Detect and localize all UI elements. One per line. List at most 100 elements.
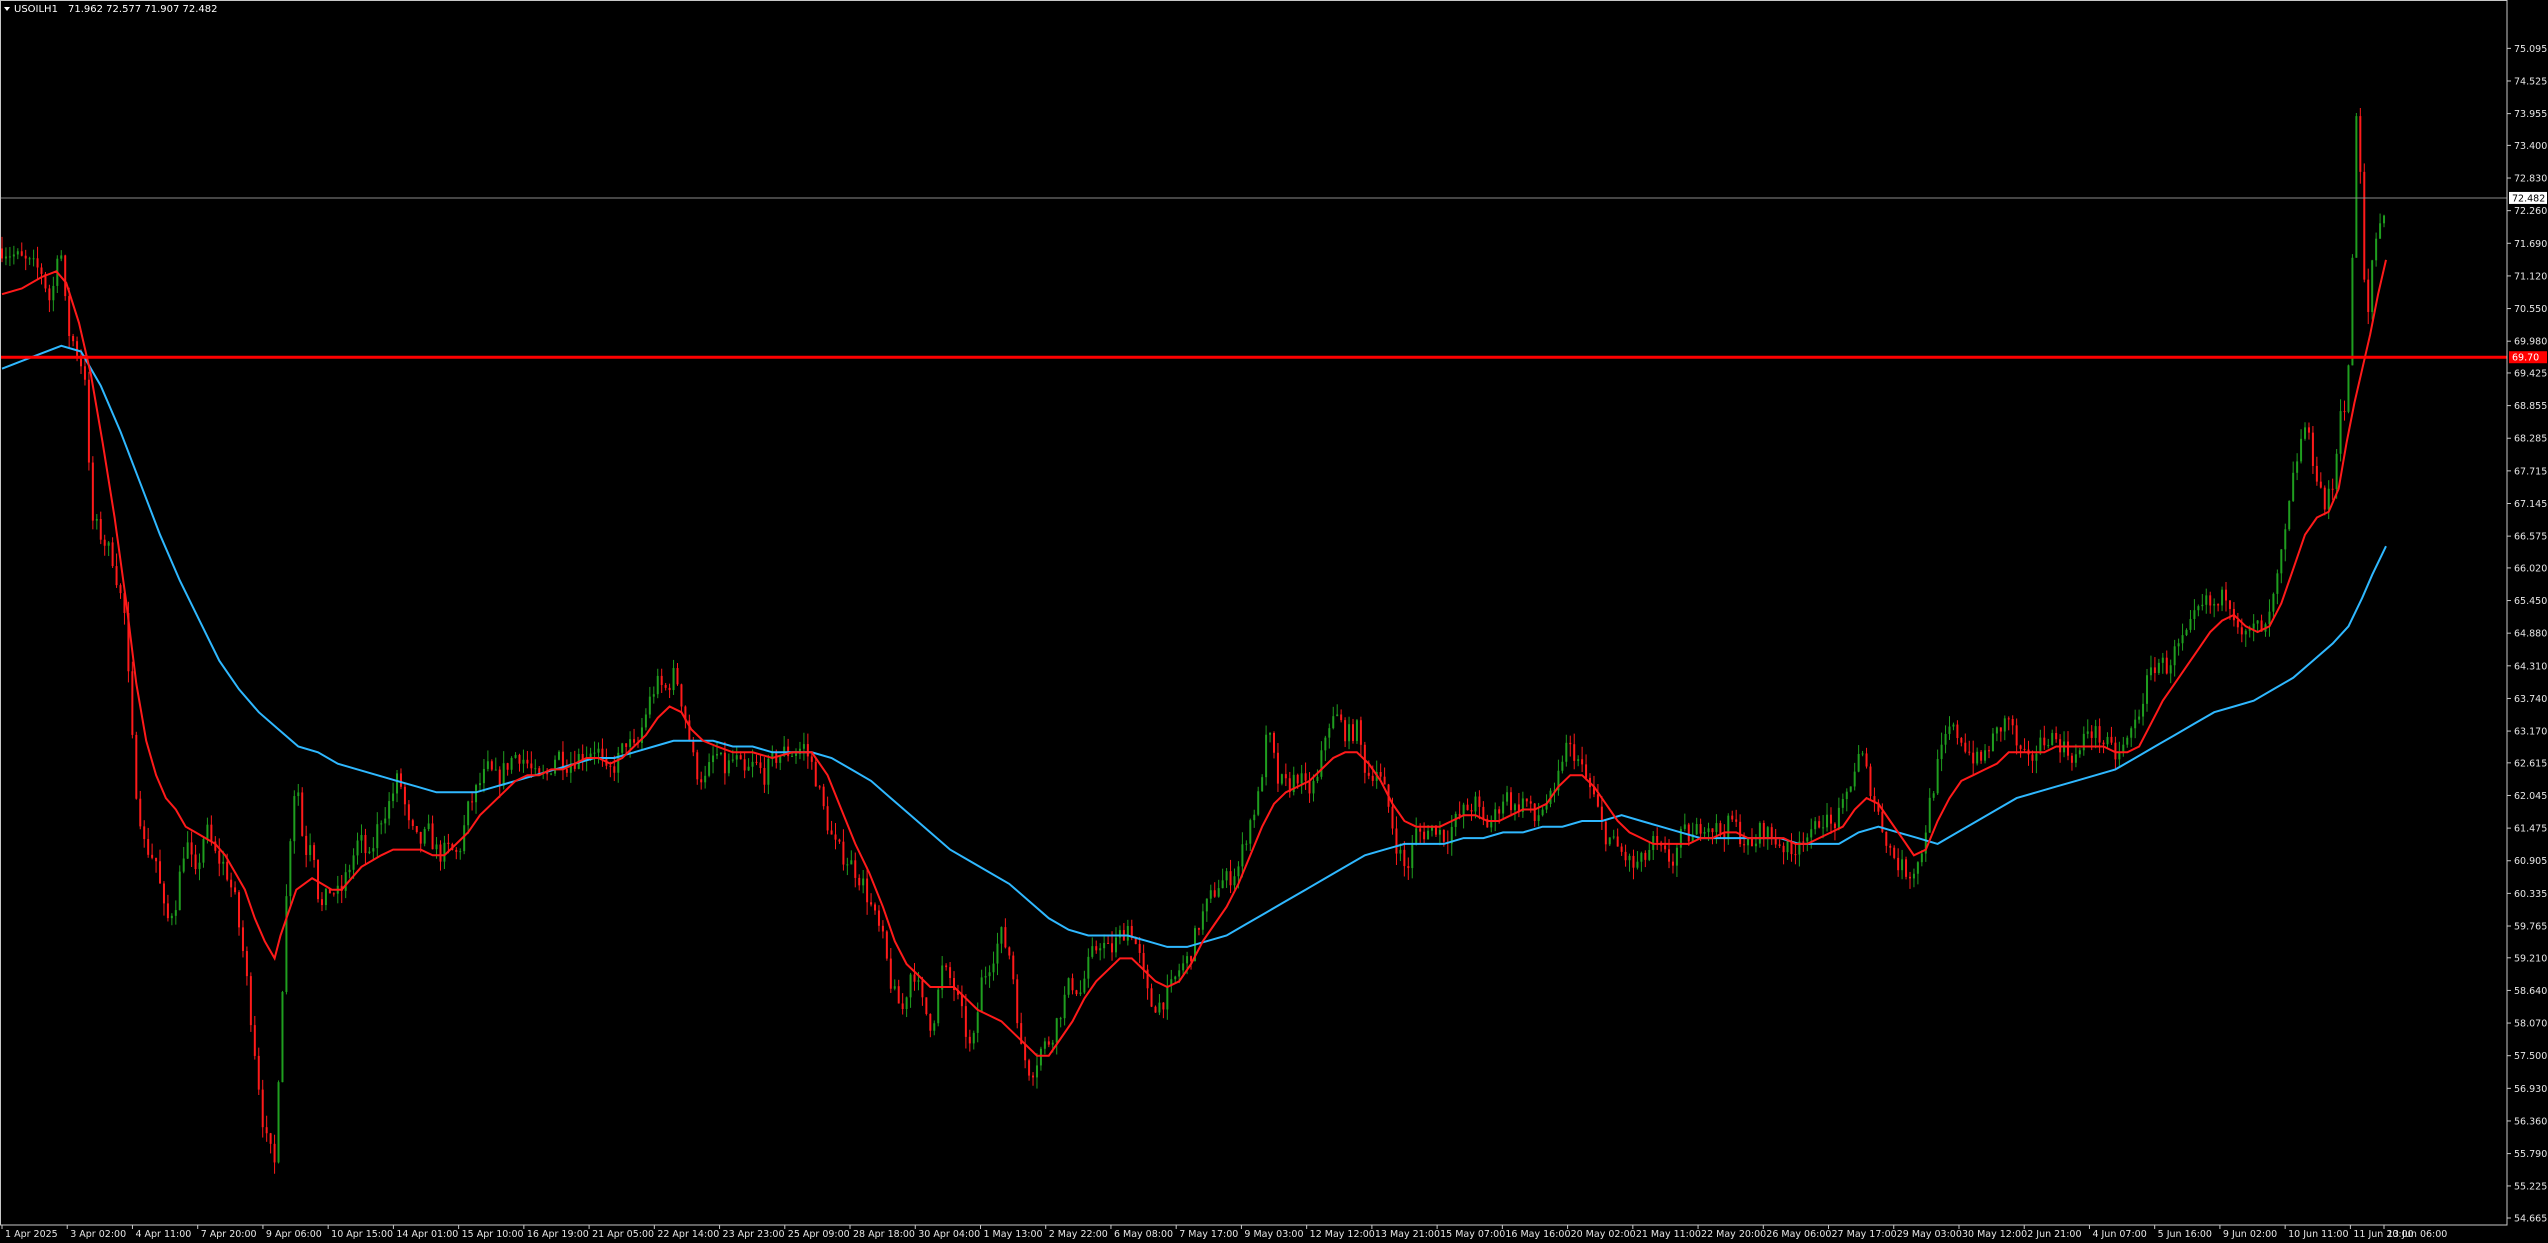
candle-body xyxy=(1000,927,1003,944)
y-tick-label: 69.425 xyxy=(2514,368,2547,379)
candle-body xyxy=(1359,720,1362,745)
candle-body xyxy=(332,893,335,895)
y-tick-label: 66.575 xyxy=(2514,532,2547,543)
candle-body xyxy=(1912,873,1915,879)
candle-body xyxy=(1683,824,1686,829)
candle-body xyxy=(802,744,805,749)
y-tick-label: 60.335 xyxy=(2514,889,2547,900)
candle-body xyxy=(1016,979,1019,1024)
candle-body xyxy=(1348,724,1351,742)
candle-body xyxy=(1162,1002,1165,1010)
x-tick-label: 4 Jun 07:00 xyxy=(2092,1229,2146,1240)
x-tick-label: 25 Apr 09:00 xyxy=(788,1229,850,1240)
candle-body xyxy=(941,965,944,990)
candle-body xyxy=(317,860,320,900)
candle-body xyxy=(1336,714,1339,717)
candle-body xyxy=(2185,629,2188,636)
price-chart[interactable]: 69.70 72.482 75.095 74.525 73.955 73.400 72.8… xyxy=(0,0,2548,1243)
candle-body xyxy=(1656,836,1659,843)
candle-body xyxy=(1529,801,1532,804)
y-tick-label: 61.475 xyxy=(2514,824,2547,835)
candle-body xyxy=(320,899,323,906)
y-tick-label: 58.640 xyxy=(2514,986,2547,997)
candle-body xyxy=(976,1012,979,1033)
candle-body xyxy=(692,740,695,753)
candle-body xyxy=(704,775,707,783)
x-tick-label: 2 Jun 21:00 xyxy=(2027,1229,2081,1240)
candle-body xyxy=(1442,829,1445,842)
candle-body xyxy=(984,976,987,978)
y-tick-label: 56.930 xyxy=(2514,1084,2547,1095)
x-tick-label: 6 May 08:00 xyxy=(1114,1229,1173,1240)
candle-body xyxy=(111,542,114,567)
candle-body xyxy=(2221,589,2224,606)
candle-body xyxy=(2359,116,2362,172)
candle-body xyxy=(2118,752,2121,760)
candle-body xyxy=(28,258,31,260)
candle-body xyxy=(2209,595,2212,606)
candle-body xyxy=(550,773,553,775)
candle-body xyxy=(119,585,122,594)
candle-body xyxy=(490,761,493,770)
candle-body xyxy=(968,1036,971,1044)
candle-body xyxy=(52,285,55,301)
candle-body xyxy=(846,864,849,866)
candle-body xyxy=(1284,774,1287,779)
candle-body xyxy=(2300,438,2303,462)
candle-body xyxy=(1644,852,1647,860)
candle-body xyxy=(1035,1065,1038,1078)
candle-body xyxy=(1300,773,1303,784)
candle-body xyxy=(2383,215,2386,224)
candle-body xyxy=(190,842,193,855)
candle-body xyxy=(901,1003,904,1010)
candle-body xyxy=(273,1143,276,1163)
candle-body xyxy=(40,267,43,274)
candle-body xyxy=(2086,731,2089,734)
candle-body xyxy=(834,834,837,840)
candle-body xyxy=(1233,876,1236,886)
candle-body xyxy=(1438,829,1441,835)
candle-body xyxy=(2331,488,2334,490)
chart-header: USOILH1 71.962 72.577 71.907 72.482 xyxy=(4,4,218,15)
x-tick-label: 22 Apr 14:00 xyxy=(657,1229,719,1240)
candle-body xyxy=(866,878,869,903)
candle-body xyxy=(222,861,225,864)
candle-body xyxy=(1190,956,1193,962)
candle-body xyxy=(609,765,612,767)
candle-body xyxy=(1628,855,1631,861)
y-tick-label: 55.225 xyxy=(2514,1181,2547,1192)
candle-body xyxy=(423,829,426,844)
candle-body xyxy=(1407,866,1410,869)
candle-body xyxy=(1640,852,1643,862)
candle-body xyxy=(2142,703,2145,717)
candle-body xyxy=(1324,737,1327,751)
candle-body xyxy=(265,1127,268,1134)
candle-body xyxy=(99,519,102,540)
candle-body xyxy=(1316,776,1319,781)
candle-body xyxy=(1537,815,1540,821)
candle-body xyxy=(459,851,462,853)
y-tick-label: 73.955 xyxy=(2514,109,2547,120)
candle-body xyxy=(1280,774,1283,784)
candle-body xyxy=(8,256,11,258)
candle-body xyxy=(2023,748,2026,750)
y-tick-label: 73.400 xyxy=(2514,141,2547,152)
candle-body xyxy=(1976,751,1979,764)
candle-body xyxy=(1217,888,1220,897)
candle-body xyxy=(1695,824,1698,835)
candle-body xyxy=(1802,841,1805,843)
candle-body xyxy=(1241,844,1244,867)
candle-body xyxy=(155,857,158,862)
candle-body xyxy=(1980,751,1983,761)
candle-body xyxy=(534,768,537,770)
candle-body xyxy=(909,974,912,998)
candle-body xyxy=(297,792,300,797)
candle-body xyxy=(396,773,399,794)
candle-body xyxy=(1995,727,1998,734)
candle-body xyxy=(1648,849,1651,860)
x-tick-label: 2 May 22:00 xyxy=(1049,1229,1108,1240)
x-tick-label: 1 May 13:00 xyxy=(983,1229,1042,1240)
candle-body xyxy=(202,839,205,863)
x-tick-label: 27 May 17:00 xyxy=(1832,1229,1897,1240)
candle-body xyxy=(1328,728,1331,738)
